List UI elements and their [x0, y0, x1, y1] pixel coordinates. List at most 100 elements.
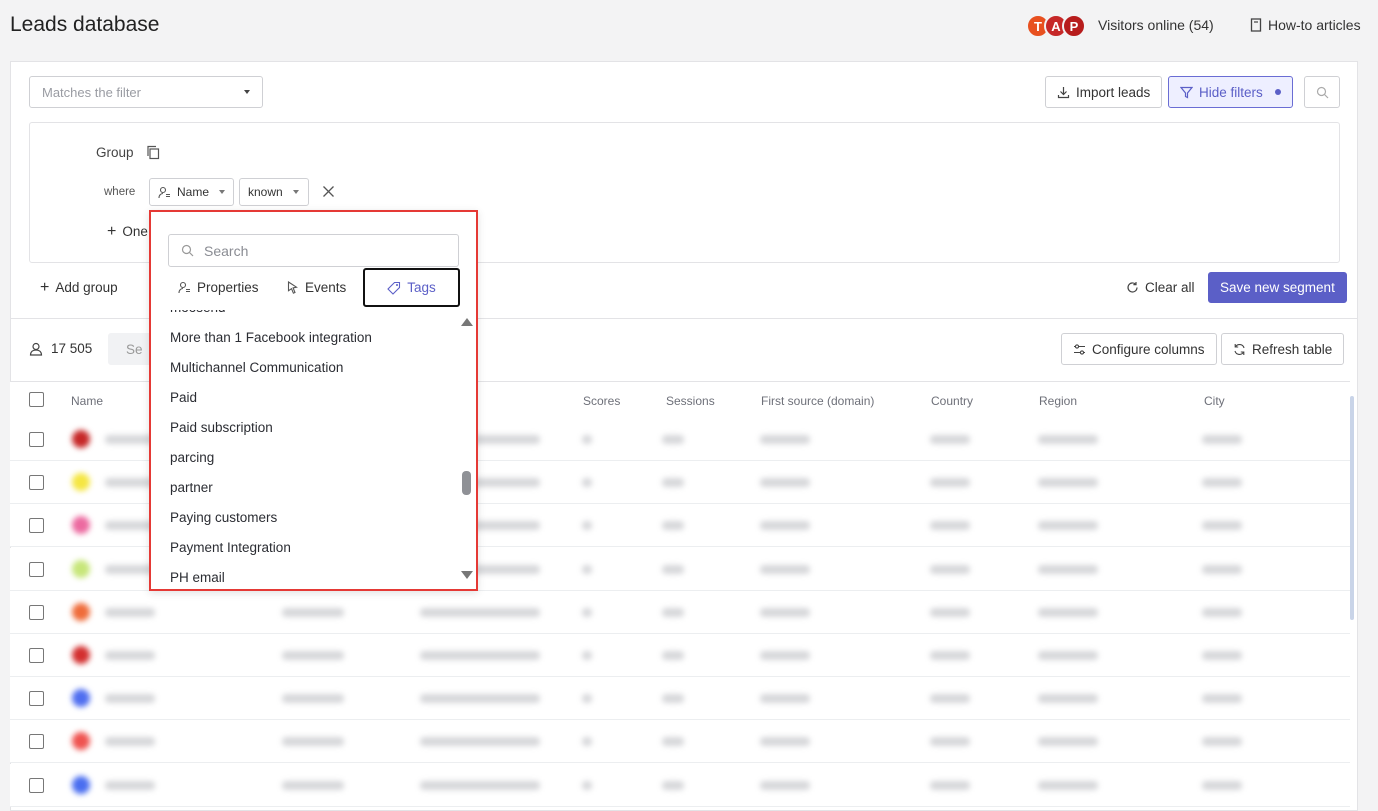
blurred-cell	[760, 564, 810, 574]
row-checkbox[interactable]	[29, 691, 44, 707]
tab-events[interactable]: Events	[279, 268, 354, 307]
list-item[interactable]: More than 1 Facebook integration	[170, 330, 372, 345]
refresh-table-button[interactable]: Refresh table	[1221, 333, 1345, 365]
column-header-scores[interactable]: Scores	[583, 394, 620, 408]
hide-filters-button[interactable]: Hide filters	[1168, 76, 1293, 108]
page-title: Leads database	[10, 13, 160, 36]
add-group-button[interactable]: + Add group	[40, 279, 118, 295]
row-checkbox[interactable]	[29, 734, 44, 750]
import-leads-button[interactable]: Import leads	[1045, 76, 1163, 108]
column-header-sessions[interactable]: Sessions	[666, 394, 715, 408]
copy-icon	[147, 145, 160, 160]
blurred-cell	[930, 521, 970, 531]
blurred-cell	[582, 478, 592, 488]
tab-properties[interactable]: Properties	[170, 268, 267, 307]
list-item[interactable]: Paying customers	[170, 510, 277, 525]
scroll-down-arrow-icon[interactable]	[461, 571, 473, 579]
blurred-cell	[582, 694, 592, 704]
blurred-cell	[420, 694, 540, 704]
blurred-cell	[760, 521, 810, 531]
table-row[interactable]	[10, 634, 1350, 677]
visitors-online-link[interactable]: Visitors online (54)	[1098, 17, 1214, 33]
list-item[interactable]: partner	[170, 480, 213, 495]
blurred-cell	[1202, 521, 1242, 531]
list-item[interactable]: PH email	[170, 570, 225, 585]
tab-tags[interactable]: Tags	[363, 268, 460, 307]
dropdown-search-input[interactable]: Search	[168, 234, 459, 267]
online-avatars[interactable]: T A P	[1026, 14, 1086, 38]
row-checkbox[interactable]	[29, 604, 44, 620]
lead-count: 17 505	[29, 341, 92, 356]
howto-articles-link[interactable]: How-to articles	[1250, 17, 1361, 33]
blurred-cell	[662, 651, 684, 660]
table-row[interactable]	[10, 763, 1350, 807]
blurred-cell	[105, 607, 155, 617]
tab-events-label: Events	[305, 280, 347, 295]
copy-group-button[interactable]	[146, 145, 160, 163]
remove-condition-button[interactable]	[322, 185, 335, 201]
blurred-cell	[282, 737, 344, 747]
avatar	[72, 732, 90, 751]
blurred-cell	[760, 651, 810, 660]
table-row[interactable]	[10, 720, 1350, 764]
scroll-up-arrow-icon[interactable]	[461, 318, 473, 326]
segment-filter-placeholder: Matches the filter	[42, 84, 141, 100]
list-item[interactable]: Paid subscription	[170, 420, 273, 435]
save-segment-button[interactable]: Save new segment	[1208, 272, 1347, 303]
add-condition-button[interactable]: + One	[107, 223, 148, 239]
list-item[interactable]: Payment Integration	[170, 540, 291, 555]
blurred-cell	[105, 651, 155, 660]
blurred-cell	[1038, 737, 1098, 747]
segment-filter-select[interactable]: Matches the filter	[29, 76, 263, 108]
reset-icon	[1127, 282, 1138, 293]
list-item[interactable]: moosend	[170, 310, 226, 315]
column-header-country[interactable]: Country	[931, 394, 973, 408]
blurred-cell	[1202, 780, 1242, 790]
row-checkbox[interactable]	[29, 475, 44, 491]
blurred-cell	[282, 607, 344, 617]
import-leads-label: Import leads	[1076, 84, 1151, 100]
row-checkbox[interactable]	[29, 432, 44, 447]
person-list-icon	[178, 281, 190, 294]
row-checkbox[interactable]	[29, 518, 44, 534]
send-button[interactable]: Se	[108, 333, 153, 365]
row-checkbox[interactable]	[29, 648, 44, 663]
scroll-thumb[interactable]	[462, 471, 471, 495]
list-item[interactable]: Multichannel Communication	[170, 360, 343, 375]
list-item[interactable]: parcing	[170, 450, 214, 465]
blurred-cell	[1038, 521, 1098, 531]
select-all-checkbox[interactable]	[29, 392, 44, 407]
configure-columns-button[interactable]: Configure columns	[1061, 333, 1217, 365]
column-header-first-source[interactable]: First source (domain)	[761, 394, 874, 408]
blurred-cell	[930, 651, 970, 660]
property-select[interactable]: Name	[149, 178, 234, 206]
condition-select[interactable]: known	[239, 178, 309, 206]
blurred-cell	[582, 435, 592, 444]
column-header-region[interactable]: Region	[1039, 394, 1077, 408]
table-row[interactable]	[10, 590, 1350, 634]
column-header-name[interactable]: Name	[71, 394, 103, 408]
table-scrollbar[interactable]	[1350, 396, 1354, 620]
table-row[interactable]	[10, 677, 1350, 721]
blurred-cell	[1202, 651, 1242, 660]
blurred-cell	[582, 651, 592, 660]
dropdown-scrollbar[interactable]	[459, 316, 473, 584]
clear-all-button[interactable]: Clear all	[1126, 280, 1195, 295]
row-checkbox[interactable]	[29, 777, 44, 793]
add-condition-label: One	[122, 224, 148, 239]
blurred-cell	[760, 435, 810, 444]
avatar[interactable]: P	[1062, 14, 1086, 38]
blurred-cell	[930, 607, 970, 617]
blurred-cell	[420, 737, 540, 747]
blurred-cell	[582, 521, 592, 531]
row-checkbox[interactable]	[29, 561, 44, 577]
column-header-city[interactable]: City	[1204, 394, 1225, 408]
list-item[interactable]: Paid	[170, 390, 197, 405]
book-icon	[1250, 18, 1262, 32]
blurred-cell	[662, 607, 684, 617]
blurred-cell	[930, 435, 970, 444]
blurred-cell	[760, 607, 810, 617]
tab-tags-label: Tags	[407, 280, 436, 295]
search-button[interactable]	[1304, 76, 1340, 108]
blurred-cell	[582, 564, 592, 574]
